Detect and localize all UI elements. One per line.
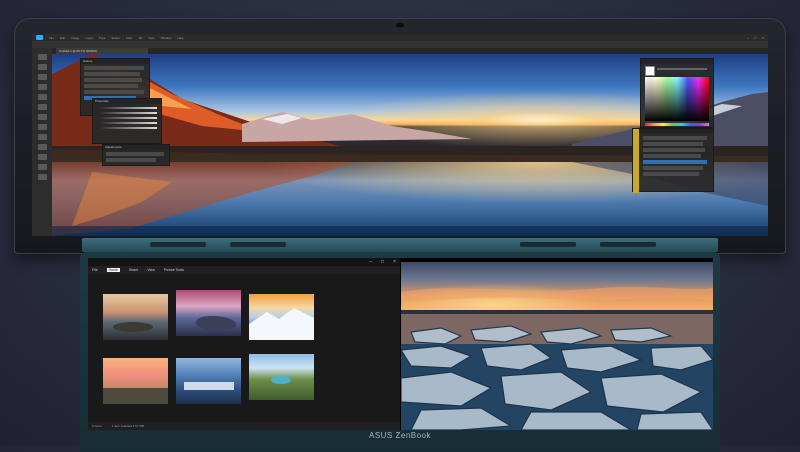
history-step[interactable] (84, 84, 138, 88)
adjustments-panel-title: Adjustments (103, 145, 169, 150)
explorer-statusbar: 6 items 1 item selected 4.57 MB (88, 422, 400, 430)
hinge-vent (600, 242, 656, 247)
foreground-swatch[interactable] (645, 66, 655, 76)
explorer-content (88, 274, 400, 424)
zoom-tool-icon[interactable] (37, 174, 47, 180)
layer-row[interactable] (643, 136, 707, 140)
color-panel-header (641, 59, 713, 64)
eyedropper-tool-icon[interactable] (37, 94, 47, 100)
menu-select[interactable]: Select (111, 36, 119, 40)
menu-3d[interactable]: 3D (138, 36, 142, 40)
menu-edit[interactable]: Edit (60, 36, 65, 40)
thumbnail-purple-coast[interactable] (176, 290, 241, 336)
layers-panel[interactable] (632, 128, 714, 193)
thumbnail-village-night[interactable] (176, 358, 241, 404)
pen-tool-icon[interactable] (37, 144, 47, 150)
layers-panel-header (639, 129, 713, 134)
history-step[interactable] (84, 90, 144, 94)
adjustments-panel[interactable]: Adjustments (102, 144, 170, 166)
hinge-vent (230, 242, 286, 247)
close-icon[interactable]: × (762, 35, 764, 40)
thumbnail-valley-lake[interactable] (249, 354, 314, 400)
file-explorer-window: – □ × File Home Share View Picture Tools (88, 258, 400, 430)
menu-view[interactable]: View (148, 36, 154, 40)
tools-panel (32, 48, 52, 236)
maximize-icon[interactable]: □ (381, 259, 384, 265)
color-panel[interactable] (640, 58, 714, 128)
ribbon-tab-share[interactable]: Share (129, 268, 138, 272)
menu-help[interactable]: Help (177, 36, 183, 40)
maximize-icon[interactable]: □ (754, 35, 756, 40)
swatches-strip[interactable] (645, 123, 709, 126)
color-spectrum[interactable] (645, 77, 709, 121)
color-slider[interactable] (657, 68, 707, 70)
layer-row-selected[interactable] (643, 160, 707, 164)
menu-window[interactable]: Window (161, 36, 172, 40)
minimize-icon[interactable]: – (369, 259, 372, 265)
photoshop-window-controls: – □ × (747, 35, 764, 40)
brush-tool-icon[interactable] (37, 104, 47, 110)
history-panel-title: History (81, 59, 149, 64)
history-step[interactable] (84, 78, 142, 82)
panel-collapse-strip[interactable] (633, 129, 639, 193)
ribbon-tab-file[interactable]: File (92, 268, 98, 272)
layer-row[interactable] (643, 148, 705, 152)
gradient-tool-icon[interactable] (37, 134, 47, 140)
thumbnail-snow-mountains[interactable] (249, 294, 314, 340)
history-step[interactable] (84, 66, 144, 70)
stamp-tool-icon[interactable] (37, 114, 47, 120)
hinge-vent (520, 242, 576, 247)
brand-label: ASUS ZenBook (368, 431, 432, 440)
layer-row[interactable] (643, 172, 699, 176)
layer-row[interactable] (643, 142, 703, 146)
adjustment-icons-row[interactable] (106, 152, 164, 156)
ribbon-tab-picture-tools[interactable]: Picture Tools (164, 268, 184, 272)
menu-type[interactable]: Type (99, 36, 106, 40)
property-slider[interactable] (97, 122, 157, 124)
explorer-window-controls: – □ × (369, 259, 396, 265)
menu-filter[interactable]: Filter (126, 36, 133, 40)
move-tool-icon[interactable] (37, 54, 47, 60)
close-icon[interactable]: × (393, 259, 396, 265)
photo-viewer-frozen-lake[interactable] (401, 262, 713, 430)
hand-tool-icon[interactable] (37, 164, 47, 170)
property-slider[interactable] (97, 107, 157, 109)
adjustment-icons-row[interactable] (106, 158, 156, 162)
menu-image[interactable]: Image (71, 36, 79, 40)
ribbon-tab-home[interactable]: Home (106, 268, 120, 272)
selection-info: 1 item selected 4.57 MB (111, 424, 144, 428)
main-display: File Edit Image Layer Type Select Filter… (32, 34, 768, 236)
photoshop-menubar: File Edit Image Layer Type Select Filter… (32, 34, 768, 41)
layer-row[interactable] (643, 166, 703, 170)
property-slider[interactable] (97, 127, 157, 129)
ribbon-tab-view[interactable]: View (147, 268, 155, 272)
eraser-tool-icon[interactable] (37, 124, 47, 130)
marquee-tool-icon[interactable] (37, 64, 47, 70)
screenpad-display: – □ × File Home Share View Picture Tools (88, 258, 713, 430)
property-slider[interactable] (97, 112, 157, 114)
webcam-icon (396, 23, 404, 27)
layer-row[interactable] (643, 154, 701, 158)
minimize-icon[interactable]: – (747, 35, 749, 40)
item-count: 6 items (92, 424, 102, 428)
property-slider[interactable] (97, 117, 157, 119)
explorer-ribbon: File Home Share View Picture Tools (88, 266, 400, 274)
lasso-tool-icon[interactable] (37, 74, 47, 80)
thumbnail-rocky-sunset[interactable] (103, 294, 168, 340)
explorer-titlebar (88, 258, 400, 266)
type-tool-icon[interactable] (37, 154, 47, 160)
crop-tool-icon[interactable] (37, 84, 47, 90)
options-bar (32, 41, 768, 48)
thumbnail-pink-sunset[interactable] (103, 358, 168, 404)
photoshop-logo-icon (36, 35, 43, 40)
properties-panel[interactable]: Properties (92, 98, 162, 144)
properties-panel-title: Properties (93, 99, 161, 104)
menu-file[interactable]: File (49, 36, 54, 40)
hinge-vent (150, 242, 206, 247)
history-step[interactable] (84, 72, 140, 76)
menu-layer[interactable]: Layer (85, 36, 93, 40)
